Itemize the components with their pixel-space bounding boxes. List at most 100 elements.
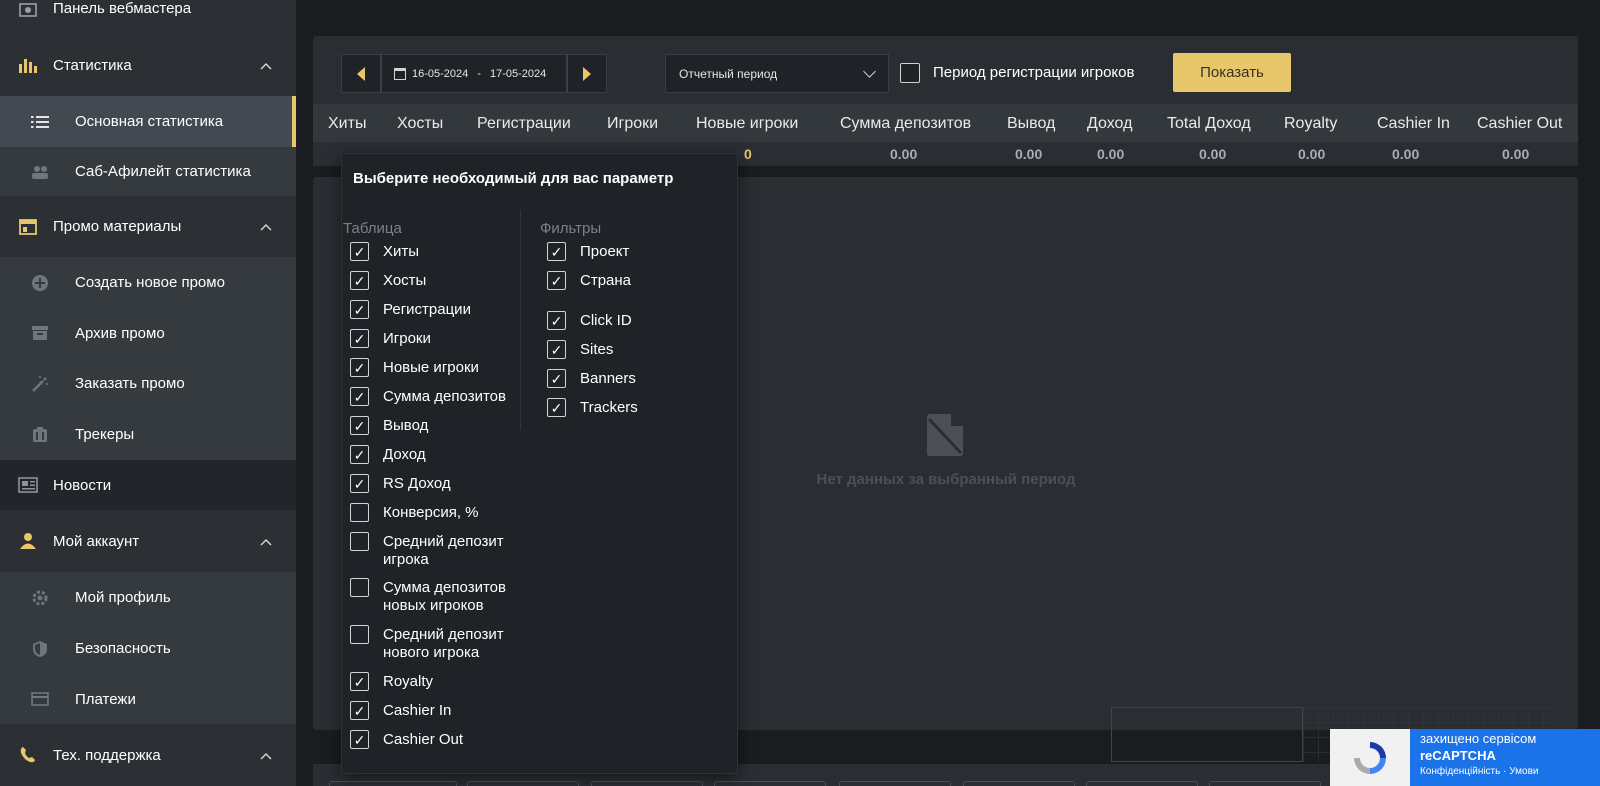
sidebar-item-trackers[interactable]: Трекеры <box>0 409 296 460</box>
checkbox-checked[interactable]: ✓ <box>350 474 369 493</box>
checkbox-checked[interactable]: ✓ <box>547 340 566 359</box>
filter-trackers[interactable]: ✓ Trackers <box>547 398 638 417</box>
sidebar-item-label: Статистика <box>53 56 132 74</box>
option-cashier-in[interactable]: ✓ Cashier In <box>350 701 451 720</box>
reg-period-checkbox[interactable] <box>900 63 920 83</box>
sidebar-item-my-account[interactable]: Мой аккаунт <box>0 510 296 572</box>
bottom-tab[interactable] <box>329 781 457 786</box>
option-avg-deposit[interactable]: Средний депозит игрока <box>350 532 525 569</box>
option-deposit-sum[interactable]: ✓ Сумма депозитов <box>350 387 506 406</box>
placeholder-box <box>1111 707 1303 762</box>
col-header-deposit-sum[interactable]: Сумма депозитов <box>840 115 971 133</box>
sidebar-item-create-promo[interactable]: Создать новое промо <box>0 257 296 308</box>
filter-country[interactable]: ✓ Страна <box>547 271 631 290</box>
phone-icon <box>18 745 38 765</box>
checkbox-checked[interactable]: ✓ <box>350 387 369 406</box>
sidebar-item-promo[interactable]: Промо материалы <box>0 196 296 257</box>
period-select[interactable]: Отчетный период <box>665 54 889 93</box>
checkbox-checked[interactable]: ✓ <box>547 242 566 261</box>
checkbox-checked[interactable]: ✓ <box>350 358 369 377</box>
sidebar-item-order-promo[interactable]: Заказать промо <box>0 358 296 409</box>
bottom-tab[interactable] <box>1086 781 1198 786</box>
bottom-tab[interactable] <box>963 781 1075 786</box>
sidebar-item-webmaster-panel[interactable]: Панель вебмастера <box>0 0 296 34</box>
bottom-tab[interactable] <box>714 781 826 786</box>
sidebar-item-statistics[interactable]: Статистика <box>0 34 296 96</box>
col-header-total-income[interactable]: Total Доход <box>1167 115 1251 133</box>
filter-click-id[interactable]: ✓ Click ID <box>547 311 632 330</box>
checkbox-unchecked[interactable] <box>350 503 369 522</box>
filter-sites[interactable]: ✓ Sites <box>547 340 613 359</box>
reg-period-label: Период регистрации игроков <box>933 64 1135 81</box>
col-header-income[interactable]: Доход <box>1087 115 1132 133</box>
col-header-withdrawal[interactable]: Вывод <box>1007 115 1055 133</box>
checkbox-checked[interactable]: ✓ <box>350 300 369 319</box>
filter-banners[interactable]: ✓ Banners <box>547 369 636 388</box>
sidebar-item-archive-promo[interactable]: Архив промо <box>0 308 296 358</box>
option-new-players-deposit-sum[interactable]: Сумма депозитов новых игроков <box>350 578 525 615</box>
sidebar-item-my-profile[interactable]: Мой профиль <box>0 572 296 623</box>
option-hits[interactable]: ✓ Хиты <box>350 242 419 261</box>
col-header-players[interactable]: Игроки <box>607 115 658 133</box>
checkbox-unchecked[interactable] <box>350 578 369 597</box>
checkbox-unchecked[interactable] <box>350 532 369 551</box>
date-prev-button[interactable] <box>341 54 381 93</box>
date-separator: - <box>477 67 481 80</box>
option-rs-income[interactable]: ✓ RS Доход <box>350 474 451 493</box>
checkbox-checked[interactable]: ✓ <box>547 311 566 330</box>
checkbox-checked[interactable]: ✓ <box>350 730 369 749</box>
col-header-hits[interactable]: Хиты <box>328 115 366 133</box>
total-income: 0.00 <box>1097 146 1125 162</box>
bottom-tab[interactable] <box>467 781 579 786</box>
checkbox-checked[interactable]: ✓ <box>350 242 369 261</box>
sidebar-item-label: Мой профиль <box>75 589 171 606</box>
checkbox-checked[interactable]: ✓ <box>350 701 369 720</box>
col-header-royalty[interactable]: Royalty <box>1284 115 1337 133</box>
filter-project[interactable]: ✓ Проект <box>547 242 629 261</box>
total-withdrawal: 0.00 <box>1015 146 1043 162</box>
option-withdrawal[interactable]: ✓ Вывод <box>350 416 428 435</box>
sidebar-item-security[interactable]: Безопасность <box>0 623 296 674</box>
recaptcha-line2: reCAPTCHA <box>1420 748 1496 763</box>
archive-icon <box>30 323 50 343</box>
sidebar-item-support[interactable]: Тех. поддержка <box>0 724 296 786</box>
checkbox-checked[interactable]: ✓ <box>547 271 566 290</box>
option-players[interactable]: ✓ Игроки <box>350 329 431 348</box>
recaptcha-badge[interactable]: захищено сервісом reCAPTCHA Конфіденційн… <box>1330 729 1600 786</box>
show-button[interactable]: Показать <box>1173 53 1291 92</box>
checkbox-checked[interactable]: ✓ <box>350 672 369 691</box>
checkbox-checked[interactable]: ✓ <box>350 416 369 435</box>
checkbox-unchecked[interactable] <box>350 625 369 644</box>
sidebar-item-sub-affiliate[interactable]: Саб-Афилейт статистика <box>0 147 296 196</box>
sidebar-item-main-statistics[interactable]: Основная статистика <box>0 96 296 147</box>
bottom-tab[interactable] <box>1209 781 1321 786</box>
option-royalty[interactable]: ✓ Royalty <box>350 672 433 691</box>
option-hosts[interactable]: ✓ Хосты <box>350 271 426 290</box>
checkbox-checked[interactable]: ✓ <box>350 329 369 348</box>
checkbox-checked[interactable]: ✓ <box>350 271 369 290</box>
col-header-cashier-in[interactable]: Cashier In <box>1377 115 1450 133</box>
date-next-button[interactable] <box>567 54 607 93</box>
sidebar-item-news[interactable]: Новости <box>0 460 296 510</box>
bottom-tab[interactable] <box>591 781 703 786</box>
col-header-hosts[interactable]: Хосты <box>397 115 443 133</box>
option-registrations[interactable]: ✓ Регистрации <box>350 300 471 319</box>
checkbox-checked[interactable]: ✓ <box>547 369 566 388</box>
checkbox-checked[interactable]: ✓ <box>350 445 369 464</box>
bottom-tab[interactable] <box>839 781 951 786</box>
option-income[interactable]: ✓ Доход <box>350 445 426 464</box>
period-select-value: Отчетный период <box>679 66 778 81</box>
recaptcha-links[interactable]: Конфіденційність · Умови <box>1420 766 1590 777</box>
date-range-picker[interactable]: 16-05-2024 - 17-05-2024 <box>381 54 567 93</box>
sidebar-item-label: Новости <box>53 476 112 494</box>
option-avg-new-deposit[interactable]: Средний депозит нового игрока <box>350 625 525 662</box>
col-header-cashier-out[interactable]: Cashier Out <box>1477 115 1562 133</box>
option-conversion[interactable]: Конверсия, % <box>350 503 479 522</box>
sidebar-item-payments[interactable]: Платежи <box>0 674 296 724</box>
col-header-new-players[interactable]: Новые игроки <box>696 115 798 133</box>
shield-icon <box>30 639 50 659</box>
checkbox-checked[interactable]: ✓ <box>547 398 566 417</box>
option-cashier-out[interactable]: ✓ Cashier Out <box>350 730 463 749</box>
col-header-registrations[interactable]: Регистрации <box>477 115 571 133</box>
option-new-players[interactable]: ✓ Новые игроки <box>350 358 479 377</box>
